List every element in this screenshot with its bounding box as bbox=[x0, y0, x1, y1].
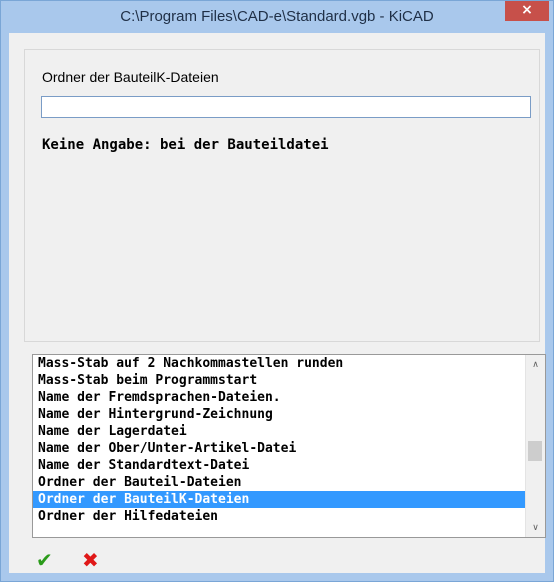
setting-editor-panel bbox=[24, 49, 540, 342]
list-item[interactable]: Name der Standardtext-Datei bbox=[33, 457, 526, 474]
list-item[interactable]: Ordner der Bauteil-Dateien bbox=[33, 474, 526, 491]
list-scrollbar[interactable]: ∧ ∨ bbox=[525, 355, 545, 537]
scroll-up-icon[interactable]: ∧ bbox=[526, 357, 545, 374]
list-item[interactable]: Name der Hintergrund-Zeichnung bbox=[33, 406, 526, 423]
list-item[interactable]: Ordner der Hilfedateien bbox=[33, 508, 526, 525]
list-item-selected[interactable]: Ordner der BauteilK-Dateien bbox=[33, 491, 526, 508]
window-title: C:\Program Files\CAD-e\Standard.vgb - Ki… bbox=[120, 8, 434, 25]
checkmark-icon: ✔ bbox=[36, 548, 53, 572]
close-icon: × bbox=[521, 2, 533, 18]
settings-list-items: Mass-Stab auf 2 Nachkommastellen runden … bbox=[33, 355, 526, 525]
list-item[interactable]: Mass-Stab auf 2 Nachkommastellen runden bbox=[33, 355, 526, 372]
list-item[interactable]: Name der Lagerdatei bbox=[33, 423, 526, 440]
ok-button[interactable]: ✔ bbox=[36, 550, 56, 570]
list-item[interactable]: Name der Fremdsprachen-Dateien. bbox=[33, 389, 526, 406]
close-button[interactable]: × bbox=[505, 1, 549, 21]
setting-value-input[interactable] bbox=[41, 96, 531, 118]
setting-name-label: Ordner der BauteilK-Dateien bbox=[42, 69, 219, 85]
scroll-thumb[interactable] bbox=[528, 441, 542, 461]
settings-list[interactable]: Mass-Stab auf 2 Nachkommastellen runden … bbox=[32, 354, 546, 538]
setting-info-text: Keine Angabe: bei der Bauteildatei bbox=[42, 137, 329, 153]
title-bar[interactable]: C:\Program Files\CAD-e\Standard.vgb - Ki… bbox=[1, 1, 553, 33]
x-cross-icon: ✖ bbox=[82, 548, 99, 572]
cancel-button[interactable]: ✖ bbox=[82, 550, 102, 570]
list-item[interactable]: Name der Ober/Unter-Artikel-Datei bbox=[33, 440, 526, 457]
scroll-down-icon[interactable]: ∨ bbox=[526, 520, 545, 537]
list-item[interactable]: Mass-Stab beim Programmstart bbox=[33, 372, 526, 389]
